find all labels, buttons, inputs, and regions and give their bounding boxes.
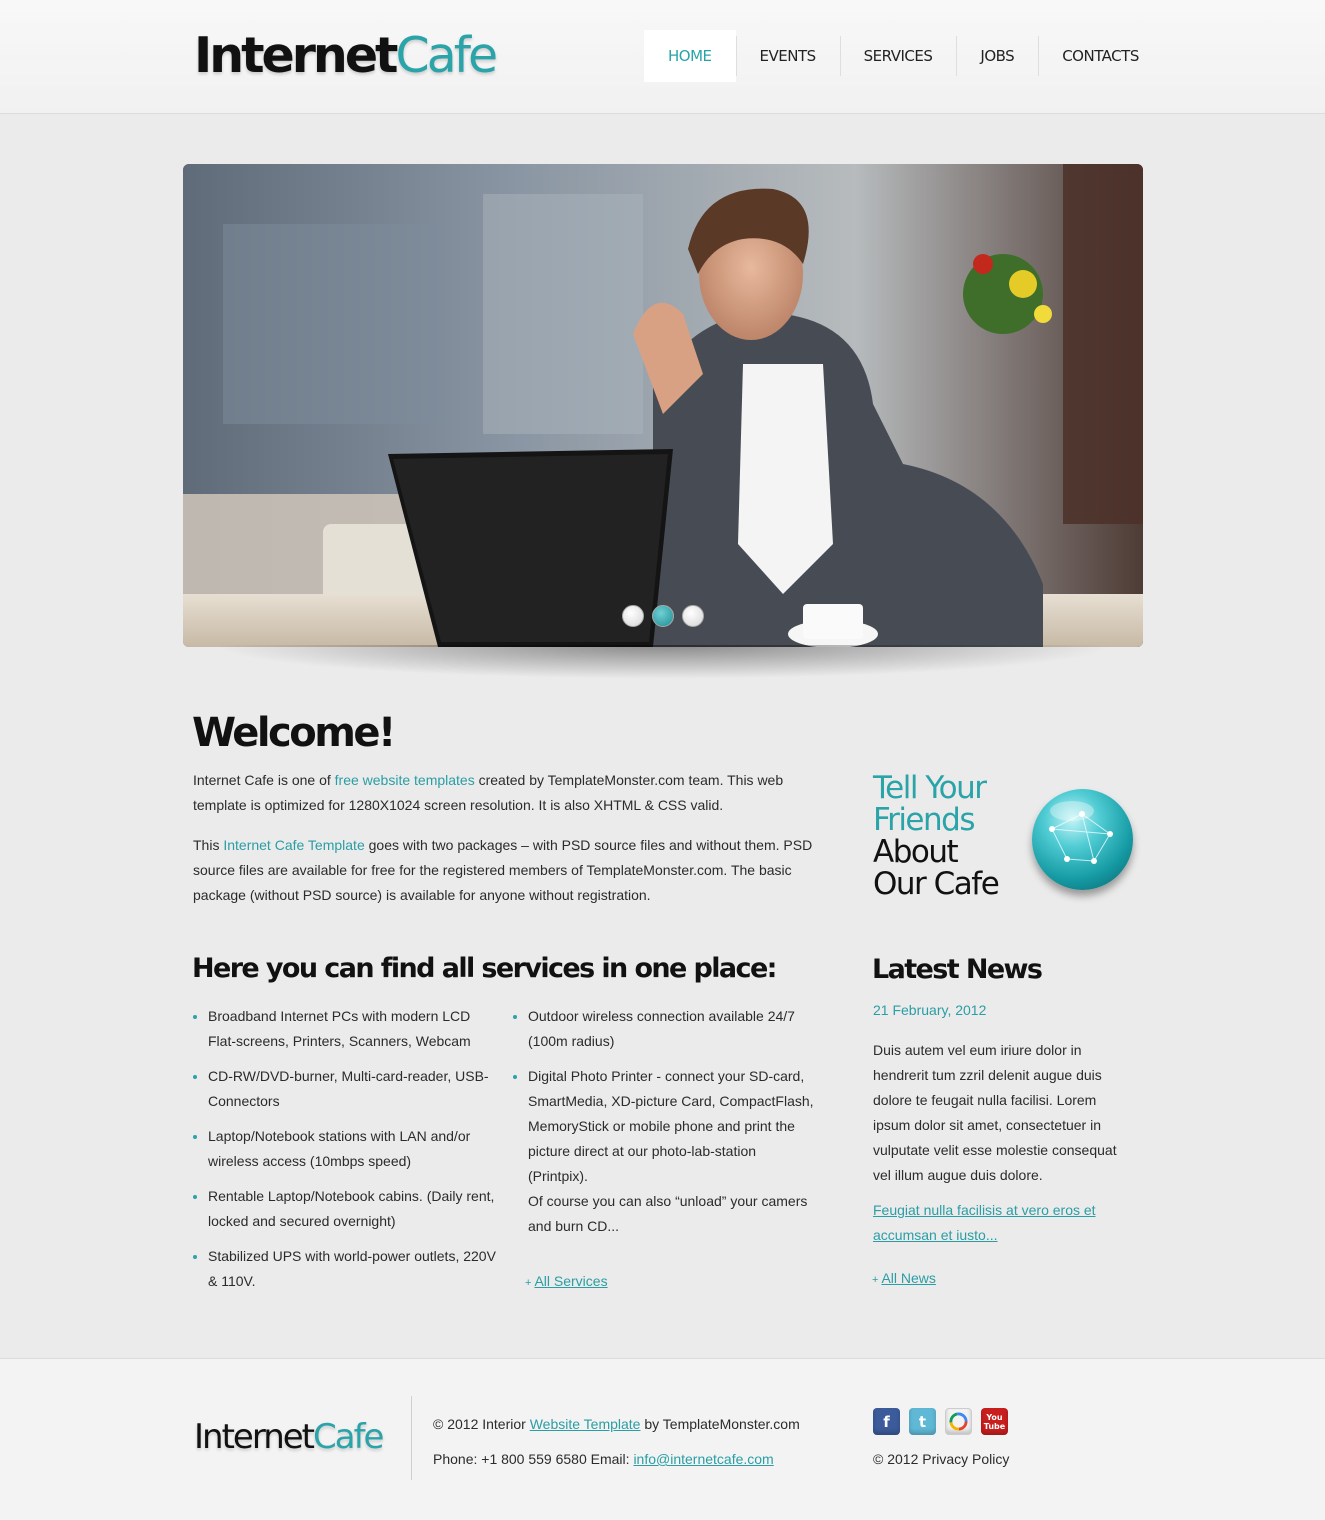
website-template-link[interactable]: Website Template [530, 1416, 641, 1432]
services-list-1: Broadband Internet PCs with modern LCD F… [193, 1004, 498, 1304]
all-news-link[interactable]: All News [881, 1270, 935, 1286]
picasa-icon[interactable] [945, 1408, 972, 1435]
news-text: Duis autem vel eum iriure dolor in hendr… [873, 1042, 1117, 1183]
nav-jobs[interactable]: JOBS [956, 30, 1038, 82]
list-item: Outdoor wireless connection available 24… [513, 1004, 818, 1054]
plus-icon: + [872, 1274, 879, 1286]
footer-copyright: © 2012 Interior Website Template by Temp… [433, 1416, 800, 1432]
list-item: Rentable Laptop/Notebook cabins. (Daily … [193, 1184, 498, 1234]
privacy-policy[interactable]: © 2012 Privacy Policy [873, 1451, 1009, 1467]
all-services-link[interactable]: All Services [534, 1273, 607, 1289]
tell-line-2: Friends [873, 802, 975, 838]
all-news: + All News [872, 1270, 936, 1286]
news-date: 21 February, 2012 [873, 1002, 987, 1018]
list-item: Of course you can also “unload” your cam… [528, 1193, 808, 1234]
slider-dot-3[interactable] [682, 605, 704, 627]
footer-logo-part2: Cafe [313, 1417, 384, 1457]
logo-part2: Cafe [395, 27, 498, 84]
list-item: Laptop/Notebook stations with LAN and/or… [193, 1124, 498, 1174]
news-read-more-link[interactable]: Feugiat nulla facilisis at vero eros et … [873, 1202, 1096, 1243]
facebook-icon[interactable]: f [873, 1408, 900, 1435]
hero-slider[interactable] [183, 164, 1143, 647]
main-nav: HOME EVENTS SERVICES JOBS CONTACTS [644, 30, 1163, 82]
plus-icon: + [525, 1277, 532, 1289]
nav-contacts[interactable]: CONTACTS [1038, 30, 1163, 82]
header: InternetCafe HOME EVENTS SERVICES JOBS C… [0, 0, 1325, 114]
news-title: Latest News [872, 954, 1043, 985]
template-link[interactable]: Internet Cafe Template [223, 837, 364, 853]
welcome-paragraph-1: Internet Cafe is one of free website tem… [193, 768, 813, 818]
social-links: f t You Tube [873, 1408, 1008, 1435]
footer-divider [411, 1396, 412, 1480]
logo-part1: Internet [194, 27, 398, 84]
phone-text: Phone: +1 800 559 6580 Email: [433, 1451, 634, 1467]
footer-logo[interactable]: InternetCafe [194, 1414, 384, 1460]
nav-services[interactable]: SERVICES [839, 30, 957, 82]
nav-events[interactable]: EVENTS [735, 30, 840, 82]
list-item: Stabilized UPS with world-power outlets,… [193, 1244, 498, 1294]
slider-shadow [210, 645, 1116, 679]
welcome-title: Welcome! [192, 710, 396, 756]
all-services: + All Services [525, 1273, 608, 1289]
logo[interactable]: InternetCafe [194, 26, 498, 86]
welcome-p2-text-a: This [193, 837, 224, 853]
youtube-icon[interactable]: You Tube [981, 1408, 1008, 1435]
tell-line-3: About [873, 834, 959, 870]
free-templates-link[interactable]: free website templates [335, 772, 475, 788]
slider-dot-1[interactable] [622, 605, 644, 627]
list-item: CD-RW/DVD-burner, Multi-card-reader, USB… [193, 1064, 498, 1114]
list-item: Digital Photo Printer - connect your SD-… [513, 1064, 818, 1189]
email-link[interactable]: info@internetcafe.com [633, 1451, 773, 1467]
nav-home[interactable]: HOME [644, 30, 736, 82]
footer-logo-part1: Internet [194, 1417, 315, 1457]
services-title: Here you can find all services in one pl… [192, 953, 777, 984]
hero-image [183, 164, 1143, 647]
copy-text-a: © 2012 Interior [433, 1416, 530, 1432]
tell-line-1: Tell Your [873, 770, 987, 806]
twitter-icon[interactable]: t [909, 1408, 936, 1435]
list-item: Broadband Internet PCs with modern LCD F… [193, 1004, 498, 1054]
news-item: Feugiat nulla facilisis at vero eros et … [873, 1198, 1129, 1248]
tell-friends-banner[interactable]: Tell Your Friends About Our Cafe [873, 770, 1000, 902]
welcome-p1-text-a: Internet Cafe is one of [193, 772, 335, 788]
slider-dot-2[interactable] [652, 605, 674, 627]
copy-text-b: by TemplateMonster.com [640, 1416, 800, 1432]
services-list-2: Outdoor wireless connection available 24… [513, 1004, 818, 1249]
globe-icon[interactable] [1032, 789, 1133, 890]
tell-line-4: Our Cafe [873, 866, 1000, 902]
slider-pagination [622, 605, 704, 627]
welcome-paragraph-2: This Internet Cafe Template goes with tw… [193, 833, 813, 908]
footer-contact: Phone: +1 800 559 6580 Email: info@inter… [433, 1451, 774, 1467]
